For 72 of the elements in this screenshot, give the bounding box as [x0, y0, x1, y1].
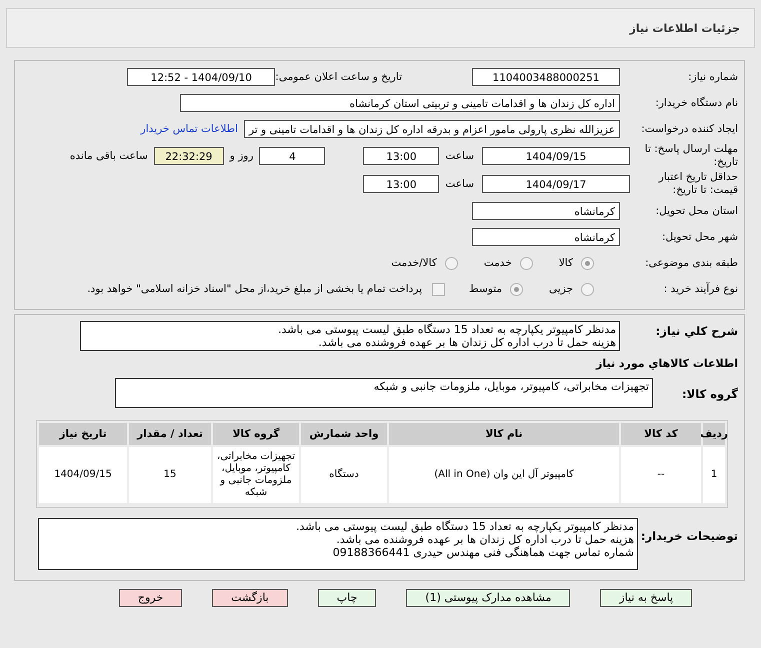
text-line: هزینه حمل تا درب اداره کل زندان ها بر عهده فروشنده می باشد. [335, 533, 634, 546]
checkbox-label: پرداخت تمام یا بخشی از مبلغ خرید،از محل "اسناد خزانه اسلامی" خواهد بود. [87, 283, 422, 295]
page-title: جزئیات اطلاعات نیاز [630, 22, 740, 34]
text-line: شماره تماس جهت هماهنگی فنی مهندس حیدری 09188366441 [332, 546, 634, 559]
table-cell: -- [621, 447, 701, 503]
action-button[interactable]: پاسخ به نیاز [600, 589, 692, 607]
text-line: مدنظر کامپیوتر یکپارچه به تعداد 15 دستگاه طبق لیست پیوستی می باشد. [277, 323, 616, 336]
radio-label: کالا/خدمت [391, 257, 437, 269]
radio-label: کالا [558, 257, 573, 269]
table-cell: 1 [703, 447, 725, 503]
column-header: واحد شمارش [301, 423, 387, 445]
radio-button[interactable] [520, 256, 533, 270]
announce-date-field: 1404/09/10 - 12:52 [127, 68, 276, 86]
buyer-notes-textarea[interactable]: مدنظر کامپیوتر یکپارچه به تعداد 15 دستگاه طبق لیست پیوستی می باشد. هزینه حمل تا درب اداره کل زندان ها بر عهده فروشنده می باشد. شماره تماس جهت هماهنگی فنی مهندس حیدری 09188366441 [38, 518, 638, 570]
field-label: ساعت [445, 150, 474, 162]
action-button[interactable]: بازگشت [212, 589, 288, 607]
requester-field: عزیزالله نظری پارولی مامور اعزام و بدرقه اداره کل زندان ها و اقدامات تامینی و تر [244, 120, 620, 138]
field-label: شماره نیاز: [687, 70, 739, 84]
radio-button[interactable] [581, 282, 594, 296]
radio-label: خدمت [484, 257, 512, 269]
table-cell: کامپیوتر آل این وان (All in One) [389, 447, 619, 503]
column-header: تاریخ نیاز [39, 423, 127, 445]
field-label: مهلت ارسال پاسخ: تا تاریخ: [644, 143, 739, 169]
field-label: شرح کلي نیاز: [654, 323, 739, 338]
goods-group-textarea[interactable]: تجهیزات مخابراتی، کامپیوتر، موبایل، ملزومات جانبی و شبکه [115, 378, 653, 408]
need-number-field: 1104003488000251 [472, 68, 620, 86]
field-label: نام دستگاه خریدار: [654, 96, 739, 110]
radio-label: متوسط [469, 283, 502, 295]
table-cell: 15 [129, 447, 211, 503]
date-field: 1404/09/17 [482, 175, 630, 193]
column-header: گروه کالا [213, 423, 299, 445]
radio-label: جزیی [549, 283, 573, 295]
buyer-field: اداره کل زندان ها و اقدامات تامینی و تربیتی استان کرمانشاه [180, 94, 620, 112]
time-field: 13:00 [363, 175, 440, 193]
text-line: هزینه حمل تا درب اداره کل زندان ها بر عهده فروشنده می باشد. [317, 336, 616, 349]
field-label: ساعت باقی مانده [70, 150, 148, 162]
table-cell: 1404/09/15 [39, 447, 127, 503]
column-header: کد کالا [621, 423, 701, 445]
action-button[interactable]: مشاهده مدارک پیوستی (1) [406, 589, 570, 607]
description-textarea[interactable]: مدنظر کامپیوتر یکپارچه به تعداد 15 دستگاه طبق لیست پیوستی می باشد. هزینه حمل تا درب اداره کل زندان ها بر عهده فروشنده می باشد. [80, 321, 620, 351]
days-field: 4 [259, 147, 326, 165]
field-label: تاریخ و ساعت اعلان عمومی: [275, 71, 402, 83]
field-label: شهر محل تحویل: [661, 230, 739, 244]
column-header: نام کالا [389, 423, 619, 445]
buyer-contact-link[interactable]: اطلاعات تماس خریدار [140, 123, 238, 135]
table-cell: دستگاه [301, 447, 387, 503]
column-header: تعداد / مقدار [129, 423, 211, 445]
radio-button[interactable] [581, 256, 594, 270]
field-label: حداقل تاریخ اعتبار قیمت: تا تاریخ: [657, 171, 739, 197]
table-cell: تجهیزات مخابراتی، کامپیوتر، موبایل، ملزومات جانبی و شبکه [213, 447, 299, 503]
section-heading: اطلاعات کالاهاي مورد نیاز [594, 357, 739, 370]
time-field: 13:00 [363, 147, 440, 165]
field-label: گروه کالا: [681, 386, 739, 401]
field-label: نوع فرآیند خرید : [662, 282, 739, 296]
countdown-field: 22:32:29 [154, 147, 224, 165]
checkbox[interactable] [432, 282, 446, 296]
column-header: ردیف [703, 423, 725, 445]
field-label: طبقه بندی موضوعی: [644, 256, 739, 270]
action-button[interactable]: خروج [118, 589, 182, 607]
field-label: ساعت [445, 178, 474, 190]
field-label: استان محل تحویل: [654, 204, 739, 218]
radio-button[interactable] [510, 282, 524, 296]
radio-button[interactable] [444, 256, 458, 270]
field-label: توضیحات خریدار: [640, 528, 739, 543]
field-label: ایجاد کننده درخواست: [640, 122, 739, 136]
field-label: روز و [230, 150, 254, 162]
city-field: کرمانشاه [472, 228, 620, 246]
date-field: 1404/09/15 [482, 147, 630, 165]
text-line: تجهیزات مخابراتی، کامپیوتر، موبایل، ملزومات جانبی و شبکه [372, 380, 649, 393]
province-field: کرمانشاه [472, 202, 620, 220]
action-button[interactable]: چاپ [318, 589, 376, 607]
text-line: مدنظر کامپیوتر یکپارچه به تعداد 15 دستگاه طبق لیست پیوستی می باشد. [295, 520, 634, 533]
